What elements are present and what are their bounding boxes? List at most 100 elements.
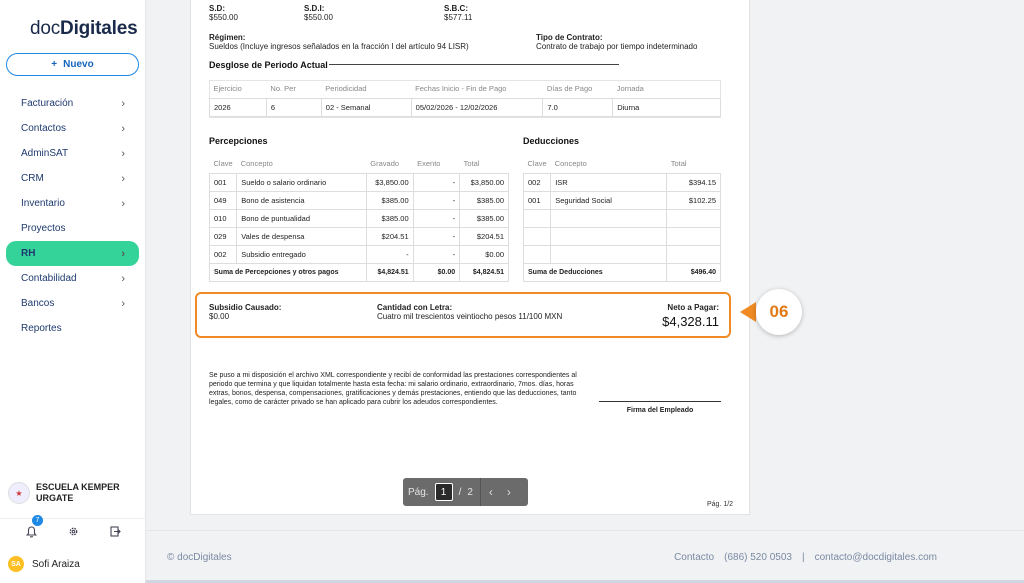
signature-label: Firma del Empleado [626, 407, 694, 414]
plus-icon: + [51, 59, 58, 70]
sidebar-item-contactos[interactable]: Contactos › [6, 116, 139, 141]
sidebar-item-label: Inventario [21, 198, 65, 209]
organization-logo-icon: ★ [8, 482, 30, 504]
table-row: 002 Subsidio entregado - - $0.00 [208, 244, 509, 264]
sidebar-item-label: Contabilidad [21, 273, 77, 284]
sbc-label: S.B.C: [444, 4, 468, 13]
table-cell: 002 [522, 172, 552, 192]
table-cell [666, 208, 721, 228]
table-cell: $3,850.00 [459, 172, 509, 192]
table-cell [550, 226, 668, 246]
table-cell: $394.15 [666, 172, 721, 192]
chevron-left-icon[interactable]: ‹ [489, 485, 493, 499]
copyright: © docDigitales [167, 552, 232, 563]
contact-email[interactable]: contacto@docdigitales.com [815, 552, 937, 563]
user-profile[interactable]: SA Sofi Araiza [8, 556, 80, 572]
bell-icon[interactable]: 7 [21, 514, 43, 542]
chevron-right-icon: › [121, 247, 125, 260]
sidebar-item-proyectos[interactable]: Proyectos [6, 216, 139, 241]
sidebar-item-label: Proyectos [21, 223, 66, 234]
gear-icon[interactable] [63, 522, 83, 542]
table-cell [522, 208, 552, 228]
period-breakdown-title: Desglose de Periodo Actual [209, 60, 328, 70]
table-cell: 001 [208, 172, 238, 192]
period-table: Ejercicio No. Per Periodicidad Fechas Inici… [209, 80, 721, 117]
sidebar-item-label: Bancos [21, 298, 55, 309]
table-cell: Bono de asistencia [236, 190, 367, 210]
subsidy-label: Subsidio Causado: [209, 303, 282, 312]
sidebar-item-label: RH [21, 248, 36, 259]
column-header: Concepto [554, 159, 587, 169]
logout-icon[interactable] [105, 522, 125, 542]
sd-value: $550.00 [209, 13, 238, 22]
table-row: 049 Bono de asistencia $385.00- $385.00 [208, 190, 509, 210]
table-cell: 7.0 [542, 97, 614, 117]
table-cell: Seguridad Social [550, 190, 668, 210]
table-cell: $204.51 [365, 226, 414, 246]
sbc-value: $577.11 [444, 13, 473, 22]
total-label: Suma de Percepciones y otros pagos [209, 262, 367, 282]
sidebar-item-reportes[interactable]: Reportes [6, 316, 139, 341]
perceptions-title: Percepciones [209, 136, 268, 146]
column-header: Exento [417, 159, 441, 169]
column-header: Fechas Inicio - Fin de Pago [415, 84, 507, 94]
table-row: 010 Bono de puntualidad $385.00- $385.00 [208, 208, 509, 228]
table-row [522, 244, 721, 264]
table-cell: Sueldo o salario ordinario [236, 172, 367, 192]
chevron-right-icon: › [121, 147, 125, 160]
table-cell: 05/02/2026 - 12/02/2026 [410, 97, 544, 117]
table-row: 029 Vales de despensa $204.51- $204.51 [208, 226, 509, 246]
organization-switcher[interactable]: ★ ESCUELA KEMPER URGATE [8, 482, 120, 504]
sidebar-item-facturacin[interactable]: Facturación › [6, 91, 139, 116]
organization-name: ESCUELA KEMPER URGATE [36, 482, 120, 503]
step-number: 06 [756, 289, 802, 335]
sidebar-item-contabilidad[interactable]: Contabilidad › [6, 266, 139, 291]
table-cell: Vales de despensa [236, 226, 367, 246]
sidebar-item-rh[interactable]: RH › [6, 241, 139, 266]
table-cell: $102.25 [666, 190, 721, 210]
table-row: 001 Seguridad Social $102.25 [522, 190, 721, 210]
page-number-input[interactable]: 1 [434, 483, 453, 501]
page-separator: / [458, 486, 462, 498]
notification-badge: 7 [32, 514, 43, 526]
table-cell [522, 226, 552, 246]
sdi-value: $550.00 [304, 13, 333, 22]
table-cell [666, 226, 721, 246]
app-logo[interactable]: docDigitales [30, 18, 138, 40]
footer-divider: | [801, 552, 805, 563]
user-name: Sofi Araiza [32, 558, 80, 570]
chevron-right-icon[interactable]: › [507, 485, 511, 499]
column-header: Periodicidad [325, 84, 367, 94]
chevron-right-icon: › [121, 297, 125, 310]
perceptions-table: Clave Concepto Gravado Exento Total 001 Sueld… [208, 155, 509, 282]
new-button[interactable]: + Nuevo [6, 53, 139, 76]
regimen-label: Régimen: [209, 33, 246, 42]
table-cell: - [412, 208, 461, 228]
sd-label: S.D: [209, 4, 225, 13]
column-header: Total [463, 159, 480, 169]
column-header: Clave [213, 159, 233, 169]
total-value: $4,824.51 [459, 262, 509, 282]
column-header: Clave [527, 159, 547, 169]
sidebar: docDigitales + Nuevo Facturación › Contact… [0, 0, 146, 583]
signature-line [599, 401, 721, 402]
chevron-right-icon: › [121, 97, 125, 110]
net-pay-label: Neto a Pagar: [667, 303, 719, 312]
deductions-total-row: Suma de Deducciones $496.40 [522, 262, 721, 282]
column-header: Gravado [370, 159, 400, 169]
table-cell: 6 [265, 97, 322, 117]
table-cell: - [365, 244, 414, 264]
contact-phone[interactable]: (686) 520 0503 [724, 552, 792, 563]
sidebar-item-bancos[interactable]: Bancos › [6, 291, 139, 316]
sidebar-item-inventario[interactable]: Inventario › [6, 191, 139, 216]
net-pay-value: $4,328.11 [662, 314, 719, 329]
column-header: Concepto [240, 159, 273, 169]
regimen-value: Sueldos (Incluye ingresos señalados en l… [209, 42, 469, 51]
sidebar-item-crm[interactable]: CRM › [6, 166, 139, 191]
table-cell [550, 244, 668, 264]
contract-type-label: Tipo de Contrato: [536, 33, 603, 42]
table-cell: 02 - Semanal [320, 97, 412, 117]
sidebar-item-adminsat[interactable]: AdminSAT › [6, 141, 139, 166]
table-row [522, 226, 721, 246]
sidebar-item-label: Facturación [21, 98, 74, 109]
